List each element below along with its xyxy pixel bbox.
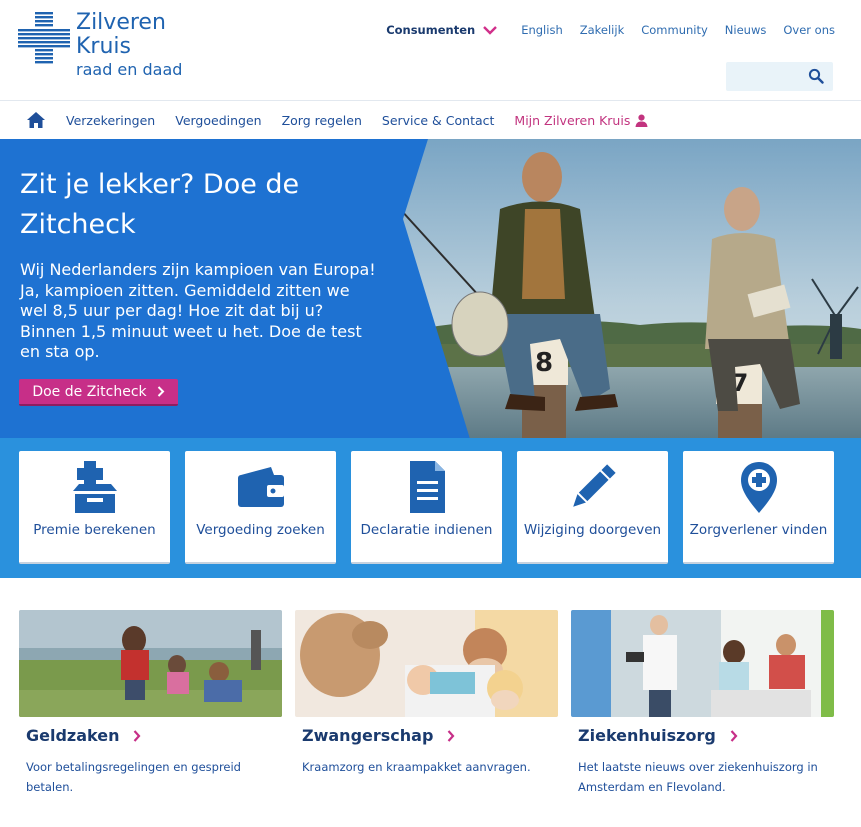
- document-icon: [409, 461, 445, 513]
- tile-vergoeding-label: Vergoeding zoeken: [196, 522, 325, 538]
- card-geldzaken-description: Voor betalingsregelingen en gespreid bet…: [26, 760, 241, 794]
- user-icon: [635, 114, 648, 127]
- chevron-down-icon: [483, 25, 498, 35]
- zitcheck-button[interactable]: Doe de Zitcheck: [19, 379, 178, 406]
- topnav-english[interactable]: English: [521, 23, 563, 37]
- medical-box-icon: [72, 461, 117, 513]
- search-icon[interactable]: [808, 68, 824, 84]
- card-ziekenhuiszorg-image: [571, 610, 834, 717]
- nav-vergoedingen[interactable]: Vergoedingen: [175, 113, 261, 128]
- chevron-right-icon: [448, 729, 455, 742]
- tile-premie-label: Premie berekenen: [33, 522, 156, 538]
- card-zwangerschap[interactable]: Zwangerschap Kraamzorg en kraampakket aa…: [295, 610, 558, 810]
- header: Zilveren Kruis raad en daad Consumenten …: [0, 0, 861, 100]
- logo-text-kruis: Kruis: [76, 34, 131, 59]
- nav-verzekeringen[interactable]: Verzekeringen: [66, 113, 155, 128]
- nav-mijn-zilveren-kruis[interactable]: Mijn Zilveren Kruis: [514, 113, 648, 128]
- wallet-icon: [237, 467, 284, 507]
- quick-actions-band: Premie berekenen Vergoeding zoeken Decla…: [0, 438, 861, 578]
- tile-zorgverlener-label: Zorgverlener vinden: [689, 522, 828, 538]
- tile-vergoeding-zoeken[interactable]: Vergoeding zoeken: [185, 451, 336, 564]
- main-navigation: Verzekeringen Vergoedingen Zorg regelen …: [0, 100, 861, 139]
- card-geldzaken-image: [19, 610, 282, 717]
- location-pin-icon: [740, 462, 777, 513]
- top-navigation: Consumenten English Zakelijk Community N…: [386, 23, 835, 37]
- topnav-consumenten[interactable]: Consumenten: [386, 23, 498, 37]
- pencil-icon: [572, 464, 616, 507]
- chevron-right-icon: [730, 729, 738, 742]
- card-geldzaken[interactable]: Geldzaken Voor betalingsregelingen en ge…: [19, 610, 282, 810]
- card-geldzaken-title-text: Geldzaken: [26, 726, 120, 745]
- logo[interactable]: Zilveren Kruis raad en daad: [18, 12, 182, 78]
- search-input[interactable]: [726, 62, 833, 91]
- hero-title: Zit je lekker? Doe de Zitcheck: [20, 169, 300, 240]
- card-zwangerschap-title-text: Zwangerschap: [302, 726, 434, 745]
- topnav-nieuws[interactable]: Nieuws: [725, 23, 767, 37]
- tile-zorgverlener-vinden[interactable]: Zorgverlener vinden: [683, 451, 834, 564]
- chevron-right-icon: [134, 729, 141, 742]
- nav-mijn-label: Mijn Zilveren Kruis: [514, 112, 631, 128]
- card-ziekenhuiszorg[interactable]: Ziekenhuiszorg Het laatste nieuws over z…: [571, 610, 834, 810]
- zitcheck-button-label: Doe de Zitcheck: [32, 383, 147, 400]
- tile-declaratie-label: Declaratie indienen: [360, 522, 493, 538]
- topnav-consumenten-label: Consumenten: [386, 23, 476, 37]
- logo-text-zilveren: Zilveren: [76, 10, 166, 35]
- hero-banner: 8 7 Zit je lekker? Doe de Zitcheck Wij N…: [0, 139, 861, 439]
- topnav-zakelijk[interactable]: Zakelijk: [580, 23, 625, 37]
- hero-post-number-left: 8: [535, 348, 553, 378]
- logo-tagline: raad en daad: [76, 60, 183, 79]
- card-zwangerschap-description: Kraamzorg en kraampakket aanvragen.: [302, 760, 531, 774]
- nav-zorg-regelen[interactable]: Zorg regelen: [282, 113, 362, 128]
- card-ziekenhuiszorg-title[interactable]: Ziekenhuiszorg: [578, 726, 738, 745]
- tile-wijziging-doorgeven[interactable]: Wijziging doorgeven: [517, 451, 668, 564]
- logo-cross-icon: [18, 12, 70, 64]
- nav-service-contact[interactable]: Service & Contact: [382, 113, 495, 128]
- card-zwangerschap-image: [295, 610, 558, 717]
- topnav-over-ons[interactable]: Over ons: [783, 23, 835, 37]
- tile-premie-berekenen[interactable]: Premie berekenen: [19, 451, 170, 564]
- card-geldzaken-title[interactable]: Geldzaken: [26, 726, 141, 745]
- tile-wijziging-label: Wijziging doorgeven: [523, 522, 662, 538]
- home-icon[interactable]: [26, 111, 46, 129]
- tile-declaratie-indienen[interactable]: Declaratie indienen: [351, 451, 502, 564]
- hero-text: Wij Nederlanders zijn kampioen van Europ…: [20, 260, 376, 361]
- card-ziekenhuiszorg-title-text: Ziekenhuiszorg: [578, 726, 716, 745]
- chevron-right-icon: [157, 386, 165, 397]
- card-zwangerschap-title[interactable]: Zwangerschap: [302, 726, 455, 745]
- card-ziekenhuiszorg-description: Het laatste nieuws over ziekenhuiszorg i…: [578, 760, 818, 794]
- topnav-community[interactable]: Community: [641, 23, 708, 37]
